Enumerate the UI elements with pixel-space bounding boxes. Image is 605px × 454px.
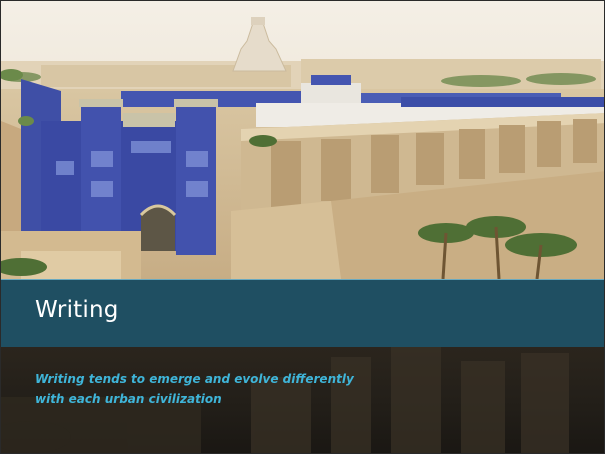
presentation-slide: Writing Writing tends to emerge and evol… xyxy=(0,0,605,454)
ancient-city-illustration xyxy=(1,1,604,279)
slide-title: Writing xyxy=(35,297,119,323)
slide-subtitle: Writing tends to emerge and evolve diffe… xyxy=(35,372,354,406)
hero-image xyxy=(1,1,604,279)
